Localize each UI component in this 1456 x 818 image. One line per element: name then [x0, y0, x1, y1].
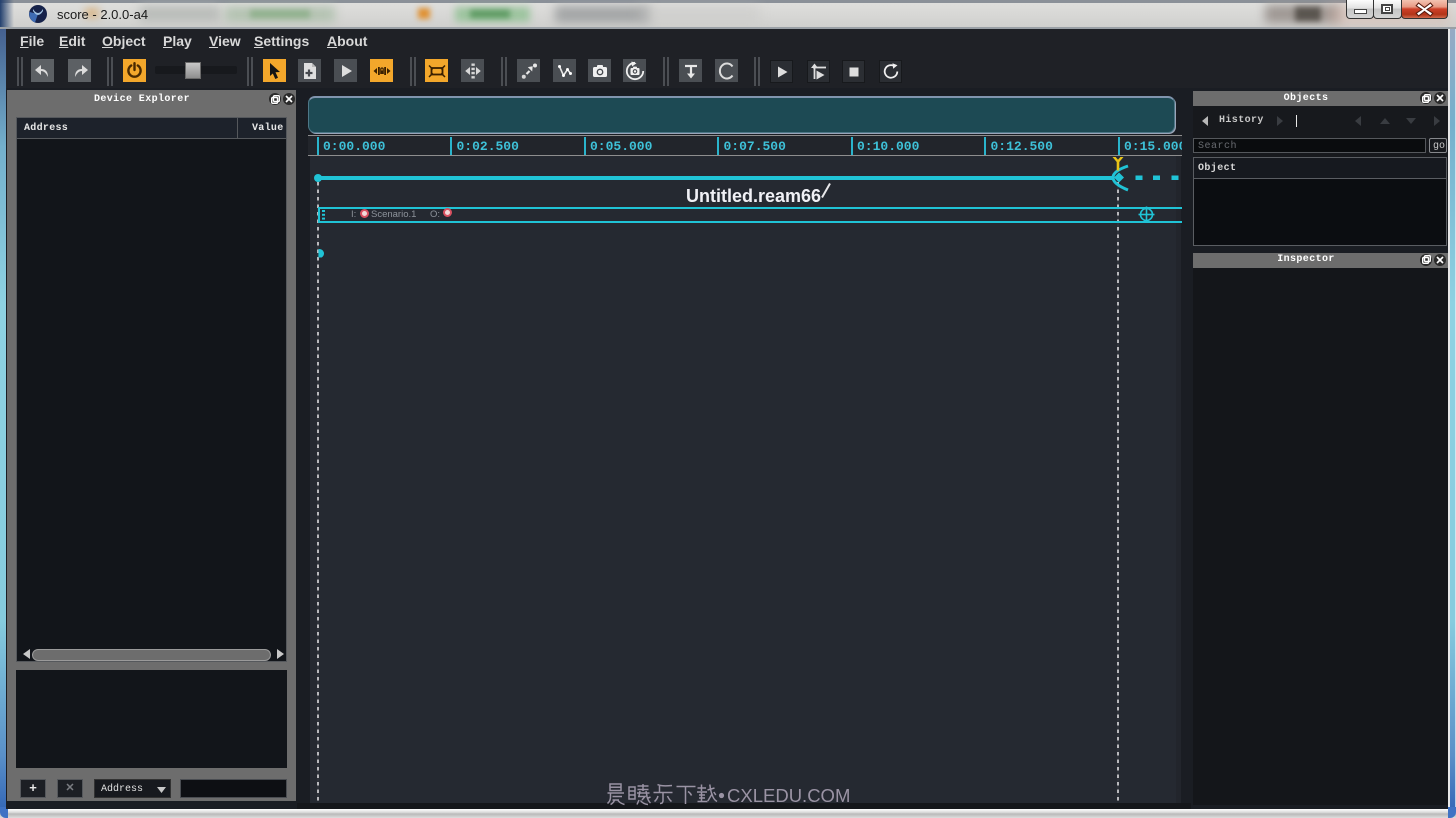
- svg-text:CXLEDU.COM: CXLEDU.COM: [727, 785, 850, 806]
